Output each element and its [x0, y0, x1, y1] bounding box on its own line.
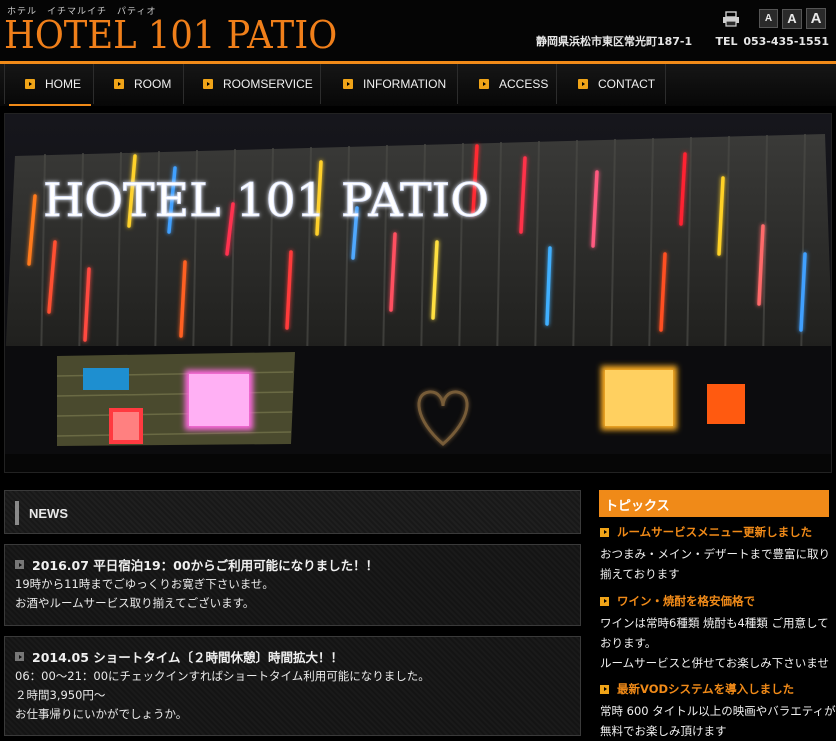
nav-information[interactable]: INFORMATION: [321, 64, 458, 104]
nav-home[interactable]: HOME: [4, 64, 94, 106]
nav-access-label: ACCESS: [499, 77, 549, 91]
topic-item-body: 常時 600 タイトル以上の映画やバラエティが 無料でお楽しみ頂けます: [600, 704, 836, 738]
nav-access[interactable]: ACCESS: [458, 64, 557, 104]
header-address: 静岡県浜松市東区常光町187-1: [535, 35, 693, 48]
chevron-right-icon: [600, 527, 609, 537]
news-item: 2016.07 平日宿泊19：00からご利用可能になりました！！ 19時から11…: [4, 544, 581, 626]
news-item: 2014.05 ショートタイム〔２時間休憩〕時間拡大！！ 06：00～21：00…: [4, 636, 581, 736]
chevron-right-icon: [343, 79, 353, 89]
news-header-bar: [15, 501, 19, 525]
chevron-right-icon: [578, 79, 588, 89]
topic-item: ワイン・焼酎を格安価格で ワインは常時6種類 焼酎も4種類 ご用意して おります…: [600, 593, 834, 673]
topic-item-title[interactable]: ワイン・焼酎を格安価格で: [600, 593, 834, 609]
chevron-right-icon: [15, 652, 24, 661]
main-nav: HOME ROOM ROOMSERVICE INFORMATION ACCESS…: [0, 64, 836, 106]
chevron-right-icon: [600, 684, 609, 694]
nav-contact[interactable]: CONTACT: [557, 64, 666, 104]
header-tools: A A A: [721, 8, 826, 29]
font-size-small-button[interactable]: A: [759, 9, 778, 28]
chevron-right-icon: [114, 79, 124, 89]
news-header: NEWS: [4, 490, 581, 534]
news-item-title[interactable]: 2014.05 ショートタイム〔２時間休憩〕時間拡大！！: [15, 647, 343, 666]
site-header: ホテル イチマルイチ パティオ HOTEL 101 PATIO A A A 静岡…: [0, 0, 836, 64]
chevron-right-icon: [600, 596, 609, 606]
hero-image: HOTEL 101 PATIO: [4, 113, 832, 473]
topic-item: ルームサービスメニュー更新しました おつまみ・メイン・デザートまで豊富に取り 揃…: [600, 524, 834, 584]
printer-icon[interactable]: [721, 9, 741, 28]
news-item-title[interactable]: 2016.07 平日宿泊19：00からご利用可能になりました！！: [15, 555, 378, 574]
nav-home-label: HOME: [45, 77, 81, 91]
nav-roomservice[interactable]: ROOMSERVICE: [184, 64, 321, 104]
font-size-large-button[interactable]: A: [806, 8, 826, 29]
nav-contact-label: CONTACT: [598, 77, 656, 91]
hero-sign-text: HOTEL 101 PATIO: [43, 173, 489, 227]
topic-item-title[interactable]: 最新VODシステムを導入しました: [600, 681, 834, 697]
topic-item: 最新VODシステムを導入しました 常時 600 タイトル以上の映画やバラエティが…: [600, 681, 836, 741]
chevron-right-icon: [25, 79, 35, 89]
chevron-right-icon: [203, 79, 213, 89]
topic-item-body: ワインは常時6種類 焼酎も4種類 ご用意して おります。 ルームサービスと併せて…: [600, 616, 829, 670]
header-tel[interactable]: TEL 053-435-1551: [715, 35, 829, 48]
news-title: NEWS: [29, 506, 68, 521]
topics-header: トピックス: [599, 490, 829, 517]
chevron-right-icon: [479, 79, 489, 89]
nav-room-label: ROOM: [134, 77, 172, 91]
site-logo[interactable]: HOTEL 101 PATIO: [4, 13, 337, 57]
nav-information-label: INFORMATION: [363, 77, 447, 91]
topic-item-body: おつまみ・メイン・デザートまで豊富に取り 揃えております: [600, 547, 830, 581]
nav-roomservice-label: ROOMSERVICE: [223, 77, 313, 91]
header-contact: 静岡県浜松市東区常光町187-1 TEL 053-435-1551: [536, 33, 829, 49]
news-item-body: 19時から11時までごゆっくりお寛ぎ下さいませ。 お酒やルームサービス取り揃えて…: [15, 577, 274, 610]
chevron-right-icon: [15, 560, 24, 569]
news-item-body: 06：00～21：00にチェックインすればショートタイム利用可能になりました。 …: [15, 669, 430, 721]
font-size-medium-button[interactable]: A: [782, 8, 802, 29]
nav-room[interactable]: ROOM: [94, 64, 184, 104]
topics-title: トピックス: [605, 499, 670, 514]
topic-item-title[interactable]: ルームサービスメニュー更新しました: [600, 524, 834, 540]
